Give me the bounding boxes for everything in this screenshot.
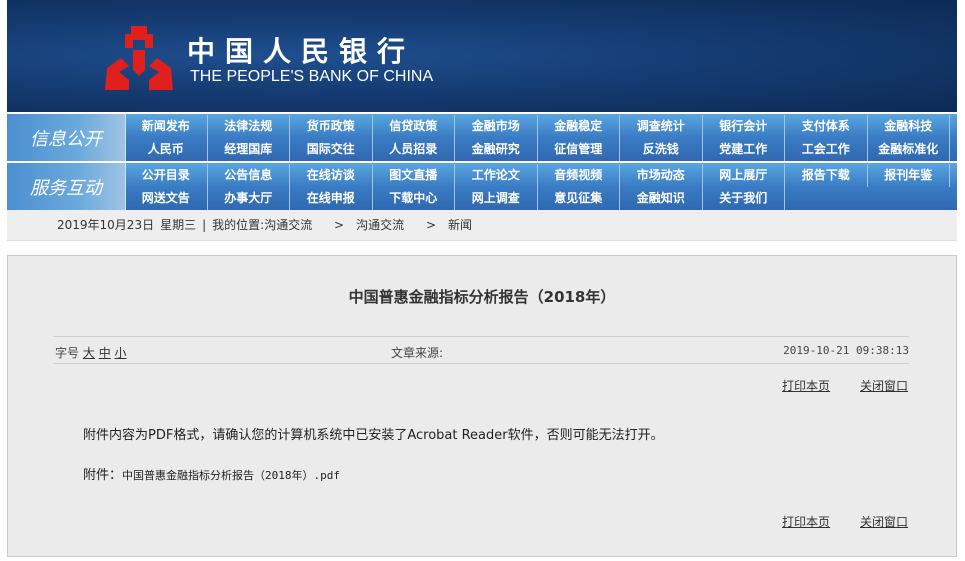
font-large-link[interactable]: 大 [83, 346, 95, 360]
nav-item[interactable]: 人员招录 [373, 138, 455, 161]
breadcrumb-item[interactable]: 沟通交流 [264, 218, 312, 232]
nav-row: 人民币 经理国库 国际交往 人员招录 金融研究 征信管理 反洗钱 党建工作 工会工作 金融标准化 [125, 138, 950, 161]
nav-item[interactable]: 办事大厅 [208, 187, 290, 210]
article-panel: 中国普惠金融指标分析报告（2018年） 字号 大 中 小 文章来源: 2019-… [7, 255, 957, 557]
weekday: 星期三 [160, 218, 197, 232]
nav-item[interactable]: 法律法规 [208, 115, 290, 138]
nav-item[interactable]: 金融研究 [455, 138, 538, 161]
nav-item[interactable]: 人民币 [125, 138, 208, 161]
nav-item[interactable]: 经理国库 [208, 138, 290, 161]
close-window-link[interactable]: 关闭窗口 [860, 377, 908, 394]
separator: | [202, 218, 207, 232]
nav-item[interactable]: 征信管理 [538, 138, 620, 161]
divider [53, 363, 909, 364]
font-size-label: 字号 [55, 346, 80, 360]
nav-item[interactable]: 图文直播 [373, 164, 455, 187]
nav-item[interactable]: 工会工作 [785, 138, 868, 161]
nav-row: 公开目录 公告信息 在线访谈 图文直播 工作论文 音频视频 市场动态 网上展厅 报告下载 报刊年鉴 [125, 164, 950, 187]
nav-item[interactable]: 信贷政策 [373, 115, 455, 138]
site-title-cn: 中国人民银行 [187, 35, 416, 68]
nav-item[interactable]: 公开目录 [125, 164, 208, 187]
nav-item[interactable]: 反洗钱 [620, 138, 703, 161]
nav-row: 网送文告 办事大厅 在线申报 下载中心 网上调查 意见征集 金融知识 关于我们 [125, 187, 785, 210]
nav-item[interactable]: 货币政策 [290, 115, 373, 138]
breadcrumb-item[interactable]: 沟通交流 [356, 218, 404, 232]
nav-row: 新闻发布 法律法规 货币政策 信贷政策 金融市场 金融稳定 调查统计 银行会计 支付体系 金融科技 [125, 115, 950, 138]
nav-item[interactable]: 党建工作 [703, 138, 785, 161]
nav-group-label[interactable]: 信息公开 [7, 114, 126, 161]
nav-group-label[interactable]: 服务互动 [7, 163, 126, 210]
attachment-link[interactable]: 中国普惠金融指标分析报告（2018年）.pdf [122, 469, 340, 482]
nav-item[interactable]: 金融稳定 [538, 115, 620, 138]
nav-item[interactable]: 报告下载 [785, 164, 868, 187]
close-window-link-bottom[interactable]: 关闭窗口 [860, 513, 908, 530]
site-title-en: THE PEOPLE'S BANK OF CHINA [190, 68, 434, 85]
print-link-bottom[interactable]: 打印本页 [782, 513, 830, 530]
nav-item[interactable]: 金融知识 [620, 187, 703, 210]
article-source: 文章来源: [391, 346, 444, 360]
nav-group: 服务互动 公开目录 公告信息 在线访谈 图文直播 工作论文 音频视频 市场动态 网上展厅 报告下载… [7, 163, 957, 210]
nav-item[interactable]: 银行会计 [703, 115, 785, 138]
current-date: 2019年10月23日 [57, 218, 155, 232]
divider [53, 336, 909, 337]
breadcrumb: 2019年10月23日 星期三 | 我的位置:沟通交流 > 沟通交流 > 新闻 [7, 210, 957, 241]
article-title: 中国普惠金融指标分析报告（2018年） [348, 288, 616, 306]
nav-item[interactable]: 关于我们 [703, 187, 785, 210]
nav-item[interactable]: 金融市场 [455, 115, 538, 138]
nav-item[interactable]: 支付体系 [785, 115, 868, 138]
nav-item[interactable]: 在线访谈 [290, 164, 373, 187]
nav-item[interactable]: 网送文告 [125, 187, 208, 210]
nav-item[interactable]: 网上展厅 [703, 164, 785, 187]
chevron-right-icon: > [425, 218, 437, 232]
print-link[interactable]: 打印本页 [782, 377, 830, 394]
nav-item[interactable]: 下载中心 [373, 187, 455, 210]
nav-item[interactable]: 意见征集 [538, 187, 620, 210]
breadcrumb-item[interactable]: 新闻 [448, 218, 472, 232]
location-label: 我的位置: [212, 218, 265, 232]
nav-item[interactable]: 国际交往 [290, 138, 373, 161]
font-medium-link[interactable]: 中 [99, 346, 111, 360]
main-nav: 信息公开 新闻发布 法律法规 货币政策 信贷政策 金融市场 金融稳定 调查统计 银行会计 支付体系… [7, 112, 957, 210]
nav-item[interactable]: 调查统计 [620, 115, 703, 138]
nav-item[interactable]: 音频视频 [538, 164, 620, 187]
nav-item[interactable]: 金融标准化 [868, 138, 950, 161]
font-small-link[interactable]: 小 [115, 346, 127, 360]
pdf-notice: 附件内容为PDF格式，请确认您的计算机系统中已安装了Acrobat Reader… [83, 428, 664, 443]
header-banner: 中国人民银行 THE PEOPLE'S BANK OF CHINA [7, 0, 957, 112]
font-size-control: 字号 大 中 小 [55, 344, 127, 361]
nav-item[interactable]: 金融科技 [868, 115, 950, 138]
attachment-label: 附件： [83, 468, 123, 483]
chevron-right-icon: > [334, 218, 345, 232]
nav-item[interactable]: 公告信息 [208, 164, 290, 187]
nav-item[interactable]: 报刊年鉴 [868, 164, 950, 187]
nav-item[interactable]: 网上调查 [455, 187, 538, 210]
nav-item[interactable]: 在线申报 [290, 187, 373, 210]
pboc-logo-icon [105, 26, 173, 90]
publish-datetime: 2019-10-21 09:38:13 [783, 344, 909, 357]
nav-group: 信息公开 新闻发布 法律法规 货币政策 信贷政策 金融市场 金融稳定 调查统计 银行会计 支付体系… [7, 114, 957, 161]
nav-item[interactable]: 市场动态 [620, 164, 703, 187]
nav-item[interactable]: 新闻发布 [125, 115, 208, 138]
nav-item[interactable]: 工作论文 [455, 164, 538, 187]
